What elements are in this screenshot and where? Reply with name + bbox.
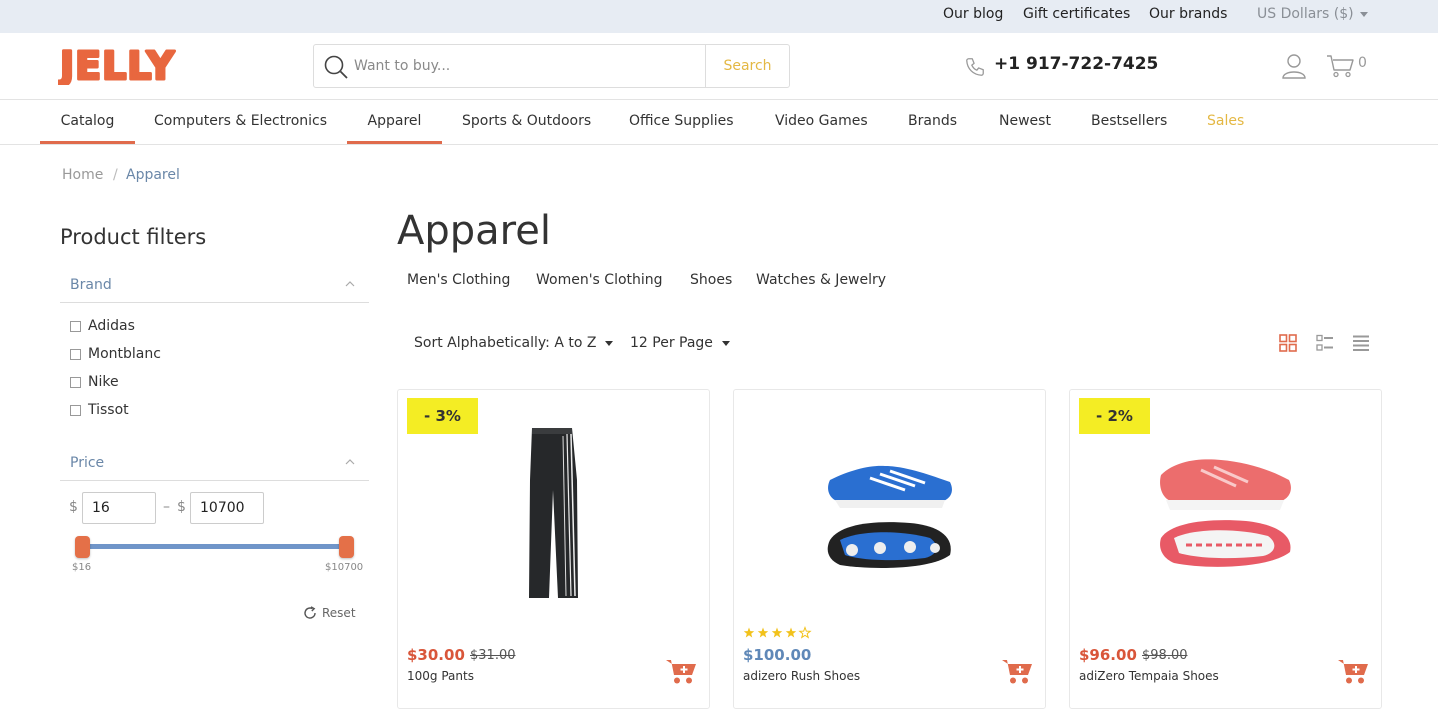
price-filter-label: Price xyxy=(70,455,105,471)
product-old-price: $31.00 xyxy=(470,648,516,663)
product-name[interactable]: 100g Pants xyxy=(407,669,474,683)
checkbox[interactable] xyxy=(70,321,81,332)
discount-badge: - 2% xyxy=(1079,398,1150,434)
subcategory-mens-clothing[interactable]: Men's Clothing xyxy=(407,272,510,288)
add-to-cart-icon[interactable] xyxy=(665,657,697,685)
brand-label: Tissot xyxy=(88,402,129,418)
nav-item-office-supplies[interactable]: Office Supplies xyxy=(629,100,734,144)
chevron-up-icon xyxy=(345,281,355,287)
nav-item-newest[interactable]: Newest xyxy=(999,100,1051,144)
nav-item-sales[interactable]: Sales xyxy=(1207,100,1244,144)
range-dash: – xyxy=(163,499,170,515)
range-min-label: $16 xyxy=(72,562,92,573)
product-card[interactable]: $100.00 adizero Rush Shoes xyxy=(733,389,1046,709)
svg-text:JELLY: JELLY xyxy=(58,45,175,85)
search-box: Search xyxy=(313,44,790,88)
discount-badge: - 3% xyxy=(407,398,478,434)
cart-count: 0 xyxy=(1358,55,1367,71)
product-price: $96.00 xyxy=(1079,646,1137,664)
nav-item-apparel[interactable]: Apparel xyxy=(347,100,442,144)
nav-item-video-games[interactable]: Video Games xyxy=(775,100,868,144)
list-detail-view-icon[interactable] xyxy=(1316,334,1334,352)
currency-label: US Dollars ($) xyxy=(1257,6,1354,22)
star-empty-icon xyxy=(798,626,812,639)
reset-label: Reset xyxy=(322,606,356,620)
grid-view-icon[interactable] xyxy=(1279,334,1297,352)
chevron-down-icon xyxy=(1359,11,1368,17)
breadcrumb-home[interactable]: Home xyxy=(62,167,103,183)
cart-icon[interactable] xyxy=(1326,54,1354,78)
star-filled-icon xyxy=(771,627,783,638)
star-filled-icon xyxy=(785,627,797,638)
checkbox[interactable] xyxy=(70,349,81,360)
phone-icon xyxy=(966,58,984,76)
checkbox[interactable] xyxy=(70,377,81,388)
user-icon[interactable] xyxy=(1282,53,1306,79)
nav-item-catalog[interactable]: Catalog xyxy=(40,100,135,144)
main-nav: Catalog Computers & Electronics Apparel … xyxy=(0,100,1438,145)
chevron-up-icon xyxy=(345,459,355,465)
price-max-input[interactable] xyxy=(190,492,264,524)
price-min-input[interactable] xyxy=(82,492,156,524)
star-filled-icon xyxy=(757,627,769,638)
search-input[interactable] xyxy=(354,53,704,79)
brand-label: Adidas xyxy=(88,318,135,334)
gift-certificates-link[interactable]: Gift certificates xyxy=(1023,6,1130,22)
compact-list-view-icon[interactable] xyxy=(1352,334,1370,352)
rating-stars xyxy=(743,626,812,639)
subcategory-watches-jewelry[interactable]: Watches & Jewelry xyxy=(756,272,886,288)
star-filled-icon xyxy=(743,627,755,638)
sort-label: Sort Alphabetically: A to Z xyxy=(414,335,597,351)
search-button[interactable]: Search xyxy=(705,45,789,87)
subcategory-shoes[interactable]: Shoes xyxy=(690,272,732,288)
per-page-label: 12 Per Page xyxy=(630,335,713,351)
nav-item-brands[interactable]: Brands xyxy=(908,100,957,144)
our-blog-link[interactable]: Our blog xyxy=(943,6,1003,22)
brand-label: Montblanc xyxy=(88,346,161,362)
page-title: Apparel xyxy=(397,208,551,254)
product-card[interactable]: - 3% $30.00 $31.00 100g Pants xyxy=(397,389,710,709)
product-image-shoes[interactable] xyxy=(1146,420,1306,610)
price-slider-max-handle[interactable] xyxy=(339,536,354,558)
breadcrumb-separator: / xyxy=(113,167,118,183)
product-price: $30.00 xyxy=(407,646,465,664)
phone-number: +1 917-722-7425 xyxy=(994,54,1159,74)
price-slider-min-handle[interactable] xyxy=(75,536,90,558)
nav-item-bestsellers[interactable]: Bestsellers xyxy=(1091,100,1167,144)
chevron-down-icon xyxy=(605,340,614,346)
product-image-pants[interactable] xyxy=(474,420,634,610)
range-max-label: $10700 xyxy=(325,562,364,573)
product-name[interactable]: adizero Rush Shoes xyxy=(743,669,860,683)
product-card[interactable]: - 2% $96.00 $98.00 adiZero Tempaia Shoes xyxy=(1069,389,1382,709)
brand-filter-header[interactable]: Brand xyxy=(60,269,369,303)
search-icon xyxy=(324,55,348,79)
jelly-logo[interactable]: JELLY xyxy=(58,45,192,85)
product-old-price: $98.00 xyxy=(1142,648,1188,663)
nav-item-computers-electronics[interactable]: Computers & Electronics xyxy=(154,100,327,144)
product-name[interactable]: adiZero Tempaia Shoes xyxy=(1079,669,1219,683)
per-page-dropdown[interactable]: 12 Per Page xyxy=(630,335,730,351)
currency-symbol: $ xyxy=(69,499,78,515)
add-to-cart-icon[interactable] xyxy=(1001,657,1033,685)
checkbox[interactable] xyxy=(70,405,81,416)
brand-label: Nike xyxy=(88,374,119,390)
filters-title: Product filters xyxy=(60,225,207,249)
chevron-down-icon xyxy=(721,340,730,346)
subcategory-womens-clothing[interactable]: Women's Clothing xyxy=(536,272,663,288)
sort-dropdown[interactable]: Sort Alphabetically: A to Z xyxy=(414,335,614,351)
add-to-cart-icon[interactable] xyxy=(1337,657,1369,685)
refresh-icon xyxy=(304,606,316,619)
brand-filter-label: Brand xyxy=(70,277,112,293)
price-slider-track[interactable] xyxy=(82,544,346,549)
our-brands-link[interactable]: Our brands xyxy=(1149,6,1227,22)
product-price: $100.00 xyxy=(743,646,812,664)
breadcrumb-current: Apparel xyxy=(126,167,180,183)
currency-symbol: $ xyxy=(177,499,186,515)
top-bar: Our blog Gift certificates Our brands US… xyxy=(0,0,1438,33)
currency-selector[interactable]: US Dollars ($) xyxy=(1257,6,1368,22)
price-filter-header[interactable]: Price xyxy=(60,447,369,481)
header: JELLY Search +1 917-722-7425 0 xyxy=(0,33,1438,100)
nav-item-sports-outdoors[interactable]: Sports & Outdoors xyxy=(462,100,591,144)
product-image-shoes[interactable] xyxy=(810,420,970,610)
